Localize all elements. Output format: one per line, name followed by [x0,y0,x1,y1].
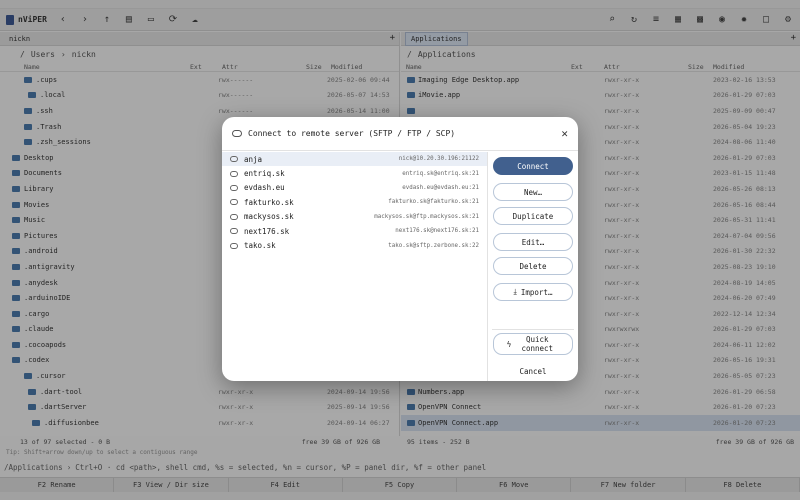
bolt-icon: ϟ [506,339,512,349]
server-item[interactable]: next176.sk next176.sk@next176.sk:21 [222,224,487,238]
import-label: Import… [520,287,553,297]
cancel-button[interactable]: Cancel [493,362,573,380]
download-icon: ⤓ [513,287,517,296]
cloud-icon [230,199,238,206]
import-button[interactable]: ⤓ Import… [493,283,573,301]
server-item[interactable]: entriq.sk entriq.sk@entriq.sk:21 [222,166,487,180]
server-host: fakturko.sk@fakturko.sk:21 [388,199,479,206]
delete-button[interactable]: Delete [493,257,573,275]
cloud-icon [230,228,238,235]
duplicate-button[interactable]: Duplicate [493,207,573,225]
cloud-icon [232,130,242,137]
cloud-icon [230,184,238,191]
server-name: next176.sk [244,226,290,236]
connect-button[interactable]: Connect [493,157,573,175]
server-host: evdash.eu@evdash.eu:21 [402,184,479,191]
dialog-body: anja nick@10.20.30.196:21122 entriq.sk entr… [222,152,578,381]
server-item[interactable]: fakturko.sk fakturko.sk@fakturko.sk:21 [222,195,487,209]
close-icon[interactable]: ✕ [561,127,568,140]
cloud-icon [230,213,238,220]
server-host: mackysos.sk@ftp.mackysos.sk:21 [374,213,479,220]
server-item[interactable]: mackysos.sk mackysos.sk@ftp.mackysos.sk:2… [222,210,487,224]
dialog-header: Connect to remote server (SFTP / FTP / S… [222,117,578,151]
server-item[interactable]: anja nick@10.20.30.196:21122 [222,152,487,167]
quick-connect-button[interactable]: ϟ Quick connect [493,333,573,355]
server-host: entriq.sk@entriq.sk:21 [402,170,479,177]
server-name: anja [244,154,263,164]
server-name: evdash.eu [244,183,285,193]
server-list: anja nick@10.20.30.196:21122 entriq.sk entr… [222,152,488,381]
cloud-icon [230,170,238,177]
dialog-title: Connect to remote server (SFTP / FTP / S… [248,129,456,138]
server-host: tako.sk@sftp.zerbone.sk:22 [388,242,479,249]
actions-divider [492,329,574,330]
server-name: tako.sk [244,241,276,251]
edit-button[interactable]: Edit… [493,233,573,251]
dialog-actions: Connect New… Duplicate Edit… Delete ⤓ Im… [488,152,578,381]
quick-connect-label: Quick connect [521,335,554,353]
cloud-icon [230,156,238,163]
server-name: entriq.sk [244,169,285,179]
server-name: fakturko.sk [244,197,294,207]
server-item[interactable]: evdash.eu evdash.eu@evdash.eu:21 [222,181,487,195]
server-item[interactable]: tako.sk tako.sk@sftp.zerbone.sk:22 [222,238,487,252]
new-button[interactable]: New… [493,183,573,201]
server-host: nick@10.20.30.196:21122 [398,156,479,163]
connect-remote-dialog: Connect to remote server (SFTP / FTP / S… [222,117,578,381]
server-host: next176.sk@next176.sk:21 [395,228,479,235]
server-name: mackysos.sk [244,212,294,222]
cloud-icon [230,242,238,249]
